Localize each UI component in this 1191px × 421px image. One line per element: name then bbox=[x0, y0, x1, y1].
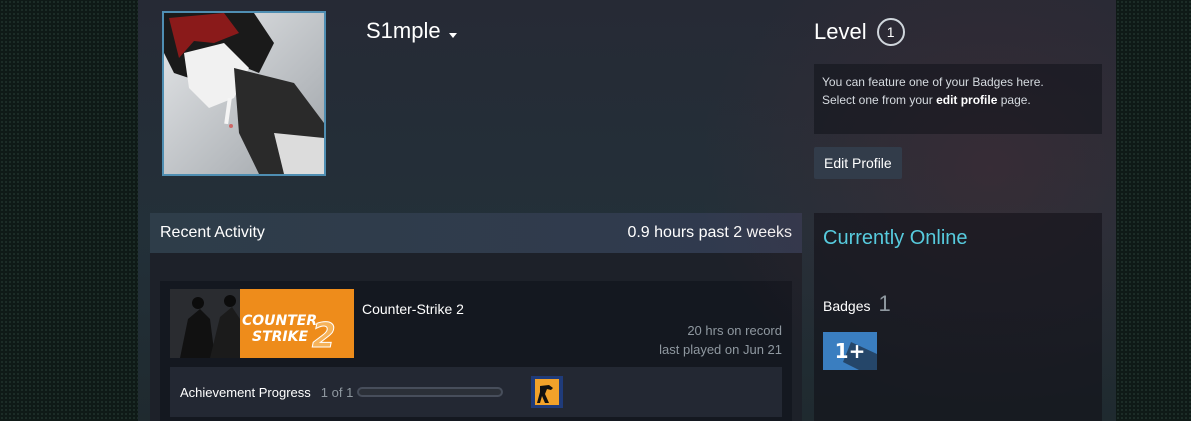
badge-icon-text: 1+ bbox=[834, 339, 866, 363]
achievement-icon[interactable] bbox=[531, 376, 564, 408]
recent-activity-title[interactable]: Recent Activity bbox=[160, 224, 265, 242]
capsule-word-1: COUNTER bbox=[242, 313, 317, 329]
edit-profile-link[interactable]: edit profile bbox=[936, 93, 997, 107]
game-hours: 20 hrs on record bbox=[687, 323, 782, 338]
recent-activity-summary: 0.9 hours past 2 weeks bbox=[627, 224, 792, 241]
badges-count: 1 bbox=[878, 291, 891, 316]
game-capsule[interactable]: COUNTER STRIKE 2 bbox=[170, 289, 354, 358]
online-status: Currently Online bbox=[823, 227, 968, 249]
profile-page: S1mple Level 1 You can feature one of yo… bbox=[138, 0, 1116, 421]
recent-activity-section: Recent Activity 0.9 hours past 2 weeks C… bbox=[150, 213, 802, 421]
cs-achievement-icon bbox=[531, 376, 564, 408]
achievement-label: Achievement Progress bbox=[180, 384, 311, 400]
chevron-down-icon bbox=[448, 32, 457, 38]
featured-badge-box: You can feature one of your Badges here.… bbox=[814, 64, 1102, 134]
badge-icon[interactable]: 1+ bbox=[823, 332, 877, 370]
game-capsule-art: COUNTER STRIKE 2 bbox=[170, 289, 354, 358]
game-last-played: last played on Jun 21 bbox=[659, 342, 782, 357]
game-stats: 20 hrs on record last played on Jun 21 bbox=[659, 321, 782, 359]
badges-label: Badges bbox=[823, 298, 871, 314]
feature-text-line-2: Select one from your edit profile page. bbox=[822, 91, 1094, 109]
avatar[interactable] bbox=[162, 11, 326, 176]
feature-text-prefix: Select one from your bbox=[822, 93, 937, 107]
achievement-progress-track bbox=[357, 387, 504, 397]
capsule-word-2: STRIKE bbox=[252, 329, 308, 345]
game-card: COUNTER STRIKE 2 Counter-Strike 2 20 hrs… bbox=[160, 281, 792, 421]
level-label: Level bbox=[814, 19, 867, 44]
achievement-progress-bar[interactable]: Achievement Progress 1 of 1 bbox=[170, 367, 782, 417]
profile-level: Level 1 bbox=[814, 18, 905, 46]
achievement-count: 1 of 1 bbox=[320, 384, 354, 400]
feature-text-line-1: You can feature one of your Badges here. bbox=[822, 75, 1044, 89]
feature-text-suffix: page. bbox=[997, 93, 1031, 107]
persona-name-dropdown[interactable]: S1mple bbox=[366, 18, 457, 44]
badges-summary[interactable]: Badges 1 bbox=[823, 291, 891, 317]
avatar-image bbox=[164, 13, 324, 174]
level-badge[interactable]: 1 bbox=[876, 18, 905, 46]
profile-sidebar: Currently Online Badges 1 1+ bbox=[814, 213, 1102, 421]
edit-profile-button[interactable]: Edit Profile bbox=[814, 147, 902, 179]
recent-activity-header: Recent Activity 0.9 hours past 2 weeks bbox=[150, 213, 802, 253]
capsule-number: 2 bbox=[312, 316, 336, 356]
game-name[interactable]: Counter-Strike 2 bbox=[362, 301, 464, 317]
persona-name: S1mple bbox=[366, 18, 441, 43]
